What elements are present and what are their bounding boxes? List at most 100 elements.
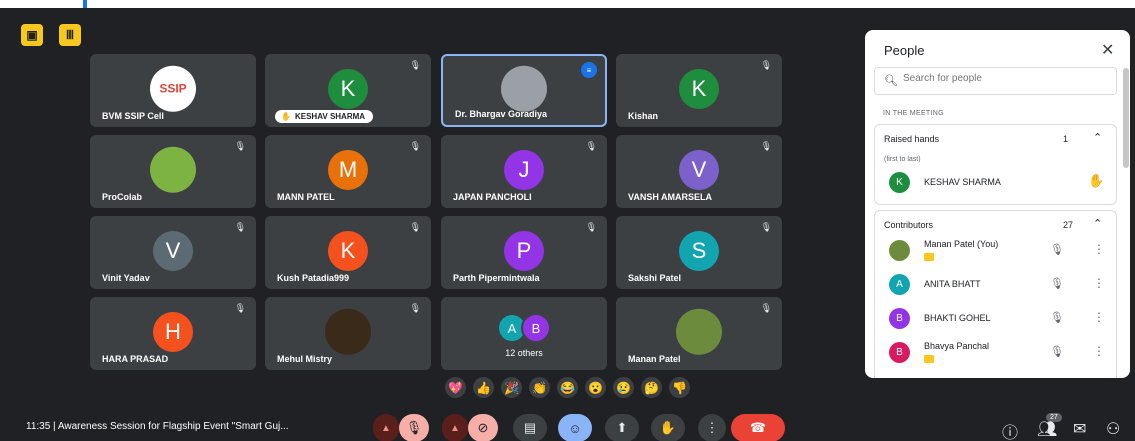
meeting-stage: ▣ Ⅲ SSIP BVM SSIP Cell K ✋ KESHAV SHARMA 🎙︎ Dr… (0, 8, 1135, 441)
avatar (889, 240, 910, 261)
participant-tile[interactable]: K Kush Patadia999 🎙︎ (265, 216, 431, 289)
list-item[interactable]: Manan Patel (You) 🎙︎ ⋮ (875, 235, 1118, 265)
search-input[interactable] (901, 72, 1105, 85)
search-icon: 🔍︎ (884, 75, 898, 87)
reaction-button[interactable]: 😢 (613, 377, 634, 398)
emoji-button[interactable]: ☺ (558, 414, 592, 441)
more-vert-icon[interactable]: ⋮ (1093, 276, 1105, 290)
mic-off-icon: 🎙︎ (405, 420, 423, 435)
reaction-button[interactable]: 😂 (557, 377, 578, 398)
mic-off-icon[interactable]: 🎙︎ (1050, 243, 1064, 256)
participant-tile[interactable]: Dr. Bhargav Goradiya ≡ (441, 54, 607, 127)
mic-off-icon: 🎙︎ (409, 60, 421, 70)
participant-name: KESHAV SHARMA (294, 112, 366, 121)
participant-tile[interactable]: K Kishan 🎙︎ (616, 54, 782, 127)
mic-off-icon[interactable]: 🎙︎ (1050, 345, 1064, 358)
host-badge-icon (924, 253, 934, 261)
mic-off-icon: 🎙︎ (234, 141, 246, 151)
participant-tile[interactable]: Manan Patel 🎙︎ (616, 297, 782, 370)
avatar: K (328, 230, 368, 271)
list-item[interactable]: B BHAKTI GOHEL 🎙︎ ⋮ (875, 303, 1118, 333)
participant-tile[interactable]: K ✋ KESHAV SHARMA 🎙︎ (265, 54, 431, 127)
name-pill: ✋ KESHAV SHARMA (275, 110, 374, 123)
mic-options-button[interactable]: ▲ (373, 414, 399, 441)
participant-tile[interactable]: P Parth Pipermintwala 🎙︎ (441, 216, 607, 289)
participant-name: Bhavya Panchal (924, 341, 990, 351)
present-icon: ⬆ (616, 420, 628, 435)
reaction-button[interactable]: 👏 (529, 377, 550, 398)
panel-scrollbar[interactable] (1123, 68, 1129, 168)
participant-tile[interactable]: S Sakshi Patel 🎙︎ (616, 216, 782, 289)
participant-tile[interactable]: ProColab 🎙︎ (90, 135, 256, 208)
more-vert-icon[interactable]: ⋮ (1093, 242, 1105, 256)
hand-icon: ✋ (659, 420, 677, 435)
participant-tile[interactable]: V VANSH AMARSELA 🎙︎ (616, 135, 782, 208)
reaction-button[interactable]: 🤔 (641, 377, 662, 398)
list-item[interactable]: A ANITA BHATT 🎙︎ ⋮ (875, 269, 1118, 299)
share-screen-icon[interactable]: ▣ (21, 24, 43, 46)
speaking-indicator-icon: ≡ (581, 62, 597, 78)
mic-toggle-button[interactable]: 🎙︎ (399, 414, 429, 441)
mic-off-icon: 🎙︎ (234, 303, 246, 313)
hand-icon: ✋ (281, 112, 291, 121)
layout-icon[interactable]: Ⅲ (59, 24, 81, 46)
participant-tile[interactable]: Mehul Mistry 🎙︎ (265, 297, 431, 370)
raised-hands-count: 1 (1063, 134, 1069, 144)
reaction-button[interactable]: 😮 (585, 377, 606, 398)
participant-name: JAPAN PANCHOLI (453, 192, 532, 202)
others-count: 12 others (505, 348, 543, 358)
mic-off-icon[interactable]: 🎙︎ (1050, 277, 1064, 290)
camera-options-button[interactable]: ▲ (442, 414, 468, 441)
more-vert-icon[interactable]: ⋮ (1093, 344, 1105, 358)
participant-name: Kishan (628, 111, 659, 121)
avatar: K (328, 68, 368, 109)
reaction-button[interactable]: 💖 (445, 377, 466, 398)
participant-tile[interactable]: V Vinit Yadav 🎙︎ (90, 216, 256, 289)
activities-icon[interactable]: ⚇ (1106, 419, 1120, 439)
people-icon[interactable]: 👥︎ (1037, 419, 1057, 439)
raised-hands-group: Raised hands 1 ⌃ (first to last) K KESHA… (874, 124, 1117, 205)
accent-bar (83, 0, 87, 8)
in-meeting-label: IN THE MEETING (883, 110, 944, 117)
avatar-photo (501, 65, 547, 112)
raise-hand-button[interactable]: ✋ (651, 414, 685, 441)
close-icon[interactable]: ✕ (1101, 40, 1114, 60)
captions-button[interactable]: ▤ (513, 414, 547, 441)
participant-name: Manan Patel (628, 354, 681, 364)
participant-name: BHAKTI GOHEL (924, 313, 991, 323)
avatar: B (889, 342, 910, 363)
participant-tile[interactable]: J JAPAN PANCHOLI 🎙︎ (441, 135, 607, 208)
more-vert-icon[interactable]: ⋮ (1093, 310, 1105, 324)
participant-tile[interactable]: A B 12 others (441, 297, 607, 370)
participant-name: BVM SSIP Cell (102, 111, 164, 121)
info-icon[interactable]: ⓘ (1002, 419, 1018, 441)
leave-call-button[interactable]: ☎ (731, 414, 785, 441)
camera-toggle-button[interactable]: ⊘ (468, 414, 498, 441)
participant-tile[interactable]: H HARA PRASAD 🎙︎ (90, 297, 256, 370)
participant-tile[interactable]: M MANN PATEL 🎙︎ (265, 135, 431, 208)
meeting-title: 11:35 | Awareness Session for Flagship E… (26, 421, 289, 432)
avatar: B (521, 313, 551, 343)
avatar: J (504, 149, 544, 190)
avatar-photo (325, 308, 371, 355)
search-box[interactable]: 🔍︎ (874, 67, 1117, 95)
present-button[interactable]: ⬆ (605, 414, 639, 441)
reaction-button[interactable]: 👍 (473, 377, 494, 398)
chevron-up-icon[interactable]: ⌃ (1093, 217, 1102, 230)
chevron-up-icon[interactable]: ⌃ (1093, 131, 1102, 144)
list-item[interactable]: B Bhavya Panchal 🎙︎ ⋮ (875, 337, 1118, 367)
mic-off-icon[interactable]: 🎙︎ (1050, 311, 1064, 324)
reaction-button[interactable]: 🎉 (501, 377, 522, 398)
reaction-bar: 💖 👍 🎉 👏 😂 😮 😢 🤔 👎 (445, 377, 690, 398)
top-strip (0, 0, 1135, 8)
avatar: S (679, 230, 719, 271)
contributors-group: Contributors 27 ⌃ Manan Patel (You) 🎙︎ ⋮ A A… (874, 210, 1117, 378)
reaction-button[interactable]: 👎 (669, 377, 690, 398)
list-item[interactable]: K KESHAV SHARMA ✋ (875, 167, 1118, 197)
more-options-button[interactable]: ⋮ (698, 414, 726, 441)
mic-off-icon: 🎙︎ (760, 60, 772, 70)
avatar: V (679, 149, 719, 190)
raised-hand-icon[interactable]: ✋ (1088, 173, 1104, 189)
participant-tile[interactable]: SSIP BVM SSIP Cell (90, 54, 256, 127)
chat-icon[interactable]: ✉ (1073, 419, 1086, 439)
